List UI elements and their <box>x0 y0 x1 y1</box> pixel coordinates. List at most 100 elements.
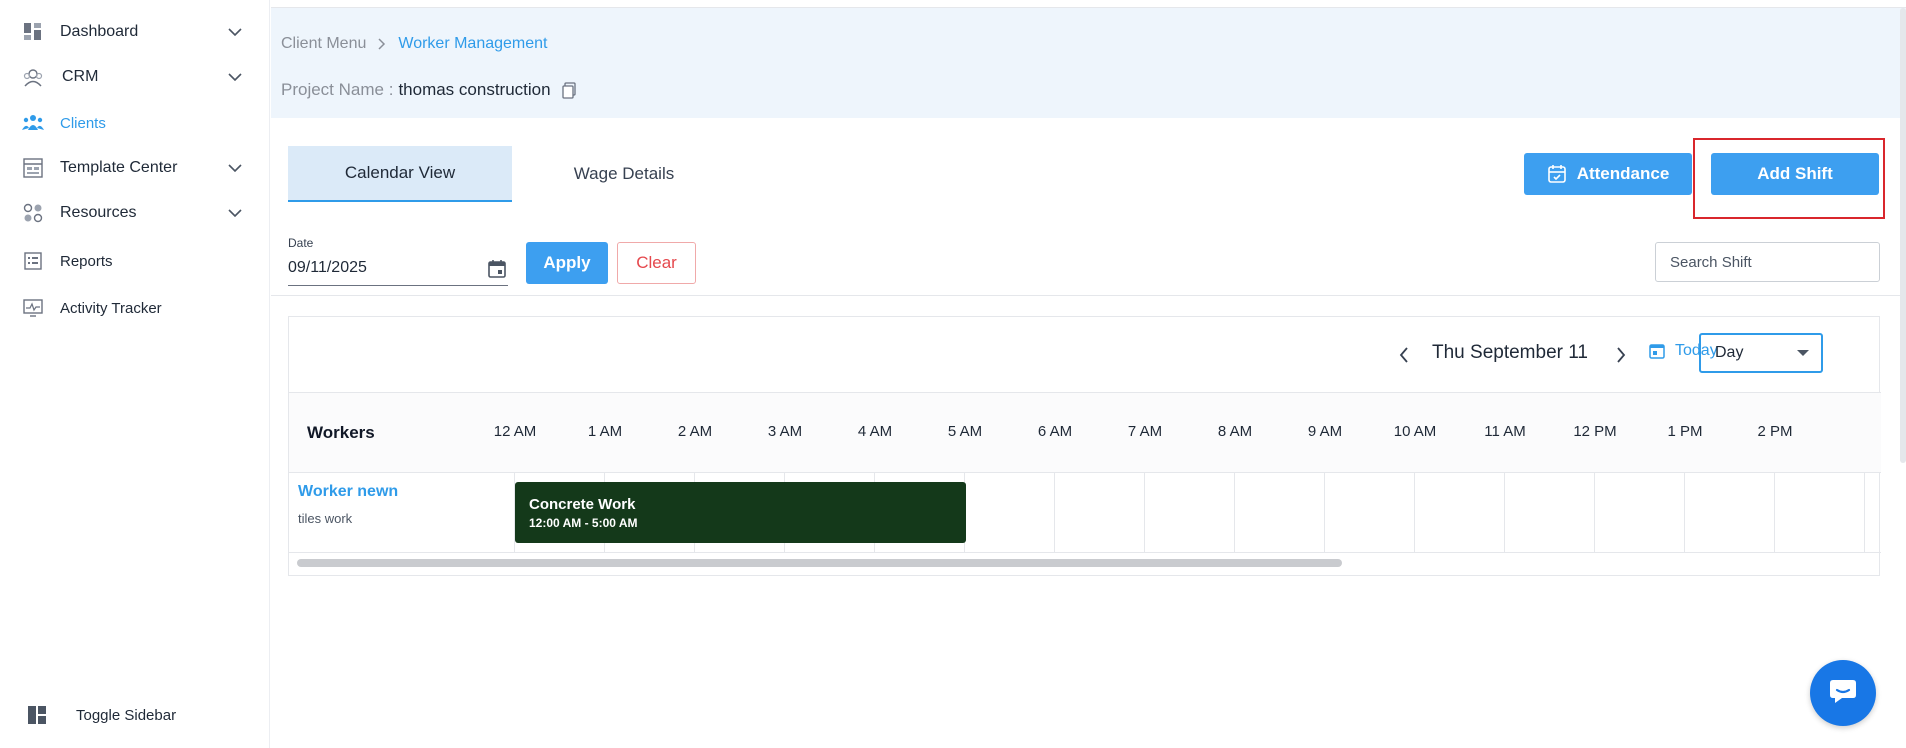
copy-icon[interactable] <box>561 81 577 99</box>
worker-row: Worker newn tiles work Concrete Work 12:… <box>289 473 1881 553</box>
clear-button[interactable]: Clear <box>617 242 696 284</box>
breadcrumb: Client Menu Worker Management <box>281 35 547 53</box>
chat-button[interactable] <box>1810 660 1876 726</box>
chat-icon <box>1828 677 1858 710</box>
sidebar-item-label: Activity Tracker <box>60 299 162 317</box>
sidebar-item-label: Resources <box>60 204 137 221</box>
project-name-label: Project Name : <box>281 80 394 99</box>
sidebar-item-label: CRM <box>62 68 99 85</box>
date-field[interactable] <box>288 250 508 286</box>
sidebar-item-label: Dashboard <box>60 23 139 40</box>
grid-line <box>1234 473 1235 553</box>
grid-line <box>1864 473 1865 553</box>
grid-line <box>1144 473 1145 553</box>
shift-time: 12:00 AM - 5:00 AM <box>529 516 638 530</box>
sidebar-item-label: Template Center <box>60 159 178 176</box>
hour-header: 12 PM <box>1573 423 1617 440</box>
highlight-box <box>1693 138 1885 219</box>
current-date: Thu September 11 <box>1432 342 1588 363</box>
chevron-down-icon[interactable] <box>225 203 245 223</box>
worker-name[interactable]: Worker newn <box>298 483 398 501</box>
hour-header: 5 AM <box>947 423 983 440</box>
chevron-down-icon[interactable] <box>225 22 245 42</box>
calendar-icon[interactable] <box>486 258 508 280</box>
hour-header: 12 AM <box>493 423 537 440</box>
breadcrumb-root[interactable]: Client Menu <box>281 35 366 53</box>
search-input[interactable] <box>1670 253 1870 271</box>
toggle-sidebar-button[interactable]: Toggle Sidebar <box>0 695 270 735</box>
worker-role: tiles work <box>298 511 353 526</box>
view-select[interactable]: Day <box>1699 333 1823 373</box>
chevron-right-icon[interactable] <box>1609 343 1633 367</box>
chevron-left-icon[interactable] <box>1392 343 1416 367</box>
divider <box>271 295 1906 296</box>
sidebar-item-resources[interactable]: Resources <box>0 193 270 233</box>
horizontal-scrollbar[interactable] <box>297 559 1342 567</box>
dropdown-caret-icon <box>1797 350 1809 356</box>
sidebar-item-label: Clients <box>60 114 106 132</box>
hour-header: 10 AM <box>1393 423 1437 440</box>
search-shift-field[interactable] <box>1655 242 1880 282</box>
calendar-header: Workers 12 AM 1 AM 2 AM 3 AM 4 AM 5 AM 6… <box>289 393 1881 473</box>
hour-header: 7 AM <box>1127 423 1163 440</box>
grid-line <box>1594 473 1595 553</box>
template-icon <box>22 157 44 179</box>
sidebar-item-reports[interactable]: Reports <box>0 241 270 281</box>
shift-block[interactable]: Concrete Work 12:00 AM - 5:00 AM <box>515 482 966 543</box>
sidebar-item-template-center[interactable]: Template Center <box>0 148 270 188</box>
hour-header: 9 AM <box>1307 423 1343 440</box>
grid-line <box>1414 473 1415 553</box>
chevron-right-icon <box>378 38 386 50</box>
date-input[interactable] <box>288 258 468 277</box>
hour-header: 4 AM <box>857 423 893 440</box>
grid-line <box>1054 473 1055 553</box>
top-bar <box>271 0 1906 8</box>
sidebar-item-crm[interactable]: CRM <box>0 57 270 97</box>
attendance-label: Attendance <box>1576 164 1670 183</box>
sidebar-item-dashboard[interactable]: Dashboard <box>0 12 270 52</box>
breadcrumb-current: Worker Management <box>398 35 548 52</box>
main-content: Client Menu Worker Management Project Na… <box>271 0 1906 748</box>
date-label: Date <box>288 236 314 250</box>
grid-line <box>1324 473 1325 553</box>
sidebar-toggle-icon <box>26 704 48 726</box>
toggle-sidebar-label: Toggle Sidebar <box>76 706 177 724</box>
grid-line <box>1684 473 1685 553</box>
workers-column-header: Workers <box>307 423 375 442</box>
chevron-down-icon[interactable] <box>225 158 245 178</box>
sidebar-item-clients[interactable]: Clients <box>0 103 270 143</box>
calendar-toolbar: Thu September 11 Today Day <box>289 317 1881 393</box>
activity-icon <box>22 297 44 319</box>
project-name: Project Name : thomas construction <box>281 80 577 100</box>
tab-calendar-view[interactable]: Calendar View <box>288 146 512 202</box>
hour-header: 1 PM <box>1667 423 1703 440</box>
resources-icon <box>22 202 44 224</box>
chevron-down-icon[interactable] <box>225 67 245 87</box>
hour-header: 2 PM <box>1757 423 1793 440</box>
view-select-value: Day <box>1715 344 1744 361</box>
calendar-today-icon <box>1649 343 1665 359</box>
clients-icon <box>22 112 44 134</box>
sidebar-item-label: Reports <box>60 252 113 270</box>
shift-title: Concrete Work <box>529 496 636 513</box>
content-panel: Calendar View Wage Details Attendance Ad… <box>271 118 1906 748</box>
vertical-scrollbar[interactable] <box>1900 8 1906 463</box>
shift-calendar: Thu September 11 Today Day Workers 12 AM… <box>288 316 1881 576</box>
page-header: Client Menu Worker Management Project Na… <box>271 8 1906 118</box>
hour-header: 3 AM <box>767 423 803 440</box>
sidebar-item-activity-tracker[interactable]: Activity Tracker <box>0 288 270 328</box>
reports-icon <box>22 250 44 272</box>
tab-wage-details[interactable]: Wage Details <box>512 146 736 202</box>
apply-button[interactable]: Apply <box>526 242 608 284</box>
sidebar: Dashboard CRM Clients Template Center Re… <box>0 0 270 748</box>
dashboard-icon <box>22 21 44 43</box>
attendance-button[interactable]: Attendance <box>1524 153 1692 195</box>
hour-header: 11 AM <box>1484 423 1526 440</box>
calendar-check-icon <box>1547 164 1567 184</box>
hour-header: 1 AM <box>587 423 623 440</box>
hour-header: 6 AM <box>1037 423 1073 440</box>
hour-header: 2 AM <box>677 423 713 440</box>
project-name-value: thomas construction <box>398 80 551 99</box>
grid-line <box>1504 473 1505 553</box>
hour-header: 8 AM <box>1217 423 1253 440</box>
